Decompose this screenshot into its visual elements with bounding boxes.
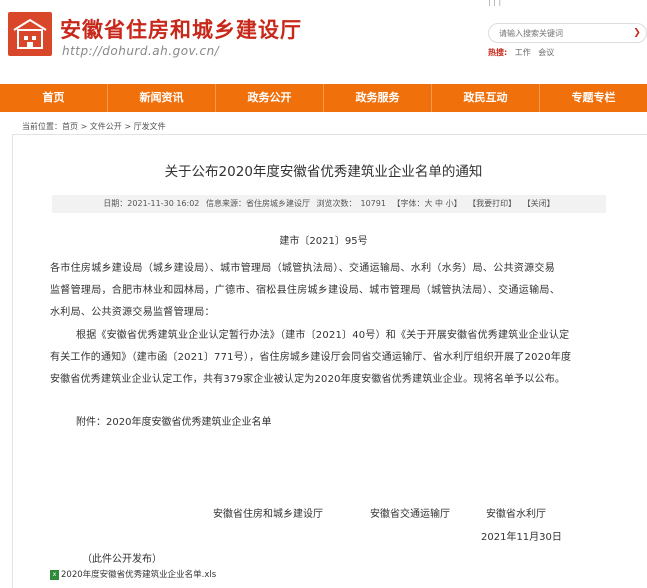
attachment-file-link[interactable]: x 2020年度安徽省优秀建筑业企业名单.xls — [50, 568, 216, 580]
search-input[interactable] — [499, 26, 629, 40]
attachment-file-name[interactable]: 2020年度安徽省优秀建筑业企业名单.xls — [61, 570, 216, 580]
public-note: （此件公开发布） — [82, 554, 162, 565]
breadcrumb[interactable]: 当前位置：首页 > 文件公开 > 厅发文件 — [22, 121, 166, 132]
search-icon[interactable]: ❯ — [630, 26, 644, 40]
signer-water-dept: 安徽省水利厅 — [486, 509, 546, 520]
nav-interaction[interactable]: 政民互动 — [432, 84, 539, 112]
recipients-line-2: 监督管理局，合肥市林业和园林局，广德市、宿松县住房城乡建设局、城市管理局（城管执… — [50, 285, 560, 296]
view-count-label: 浏览次数： — [316, 199, 357, 208]
site-title[interactable]: 安徽省住房和城乡建设厅 — [60, 14, 302, 44]
hot-word-meeting[interactable]: 会议 — [538, 48, 554, 57]
body-line-3: 安徽省优秀建筑业企业认定工作，共有379家企业被认定为2020年度安徽省优秀建筑… — [50, 374, 566, 385]
nav-home[interactable]: 首页 — [0, 84, 107, 112]
article-meta-bar: 日期：2021-11-30 16:02 信息来源：省住房城乡建设厅 浏览次数： 1… — [52, 195, 606, 213]
body-line-2: 有关工作的通知》（建市函〔2021〕771号），省住房城乡建设厅会同省交通运输厅… — [50, 352, 572, 363]
search-box: ❯ — [488, 23, 647, 43]
font-size-control[interactable]: 【字体：大 中 小】 — [393, 199, 462, 208]
signer-transport-dept: 安徽省交通运输厅 — [370, 509, 450, 520]
view-count: 10791 — [360, 199, 386, 208]
publish-date: 日期：2021-11-30 16:02 — [103, 199, 200, 208]
article-title: 关于公布2020年度安徽省优秀建筑业企业名单的通知 — [164, 164, 483, 180]
recipients-line-1: 各市住房城乡建设局（城乡建设局）、城市管理局（城管执法局）、交通运输局、水利（水… — [50, 263, 555, 274]
signature-date: 2021年11月30日 — [481, 532, 562, 543]
main-nav: 首页 新闻资讯 政务公开 政务服务 政民互动 专题专栏 — [0, 84, 647, 112]
document-number: 建市〔2021〕95号 — [279, 236, 368, 247]
nav-topics[interactable]: 专题专栏 — [540, 84, 647, 112]
print-button[interactable]: 【我要打印】 — [468, 199, 516, 208]
top-links[interactable]: | | | — [488, 0, 647, 6]
nav-gov-affairs[interactable]: 政务公开 — [216, 84, 323, 112]
hot-search-label: 热搜: — [488, 48, 508, 57]
recipients-line-3: 水利局、公共资源交易监督管理局： — [50, 307, 215, 318]
site-header: 安徽省住房和城乡建设厅 http://dohurd.ah.gov.cn/ | |… — [0, 0, 647, 84]
info-source: 信息来源：省住房城乡建设厅 — [205, 199, 310, 208]
site-logo[interactable] — [8, 12, 52, 56]
signer-housing-dept: 安徽省住房和城乡建设厅 — [213, 509, 323, 520]
attachment-line: 附件：2020年度安徽省优秀建筑业企业名单 — [76, 417, 272, 428]
nav-services[interactable]: 政务服务 — [324, 84, 431, 112]
close-button[interactable]: 【关闭】 — [523, 199, 555, 208]
body-line-1: 根据《安徽省优秀建筑业企业认定暂行办法》（建市〔2021〕40号）和《关于开展安… — [76, 330, 570, 341]
hot-word-work[interactable]: 工作 — [515, 48, 531, 57]
building-emblem-icon — [13, 18, 47, 49]
excel-file-icon: x — [50, 569, 59, 580]
hot-search: 热搜: 工作 会议 — [488, 47, 559, 58]
site-url: http://dohurd.ah.gov.cn/ — [62, 44, 220, 58]
nav-news[interactable]: 新闻资讯 — [108, 84, 215, 112]
